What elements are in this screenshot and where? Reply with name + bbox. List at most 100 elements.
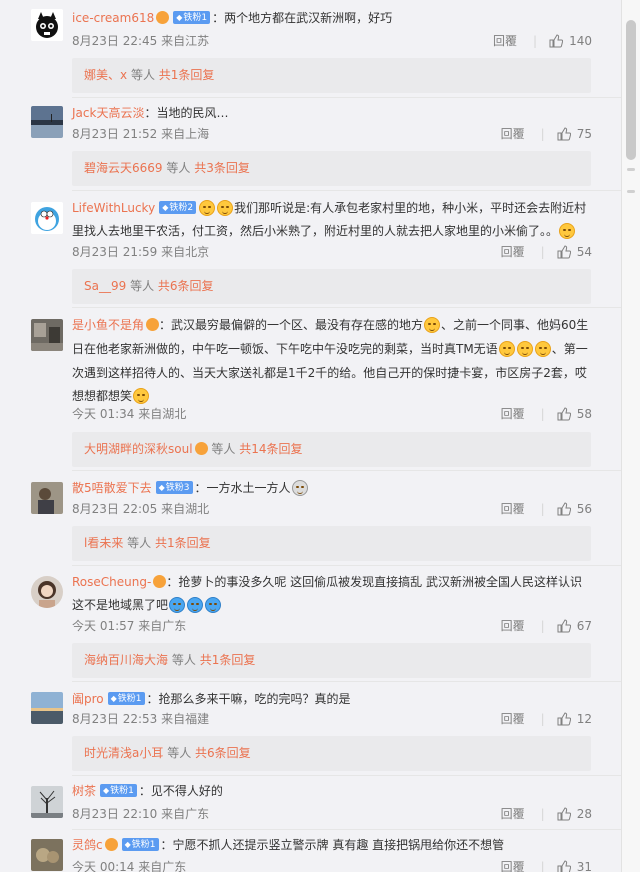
username-link[interactable]: RoseCheung- bbox=[72, 575, 151, 589]
reply-button[interactable]: 回覆 bbox=[501, 806, 525, 822]
like-thumb-icon[interactable] bbox=[557, 245, 571, 259]
comment-actions: 回覆 | 140 bbox=[493, 33, 592, 49]
reply-button[interactable]: 回覆 bbox=[493, 33, 517, 49]
username-link[interactable]: LifeWithLucky bbox=[72, 201, 155, 215]
scrollbar-mark bbox=[627, 190, 635, 193]
replies-summary[interactable]: Sa__99 等人 共6条回复 bbox=[72, 269, 591, 304]
reply-user-link[interactable]: Sa__99 bbox=[84, 279, 126, 293]
comment-meta: 8月23日 22:10 来自广东 bbox=[72, 806, 209, 822]
comment-location: 来自福建 bbox=[161, 712, 210, 726]
comment-time: 8月23日 22:05 bbox=[72, 502, 158, 516]
reply-user-link[interactable]: l看未来 bbox=[84, 536, 123, 550]
username-link[interactable]: Jack天高云淡 bbox=[72, 106, 144, 120]
reply-count-link[interactable]: 共14条回复 bbox=[239, 442, 302, 456]
like-count: 54 bbox=[576, 245, 592, 259]
comment-location: 来自江苏 bbox=[161, 34, 210, 48]
avatar[interactable] bbox=[31, 9, 63, 41]
reply-count-link[interactable]: 共1条回复 bbox=[155, 536, 211, 550]
avatar[interactable] bbox=[31, 202, 63, 234]
comment-text-line: 日在他老家新洲做的，中午吃一顿饭、下午吃中午没吃完的剩菜，当时真TM无语 、第一 bbox=[72, 336, 590, 363]
like-thumb-icon[interactable] bbox=[549, 34, 564, 48]
laugh-emoji-icon bbox=[534, 340, 551, 357]
avatar[interactable] bbox=[31, 839, 63, 871]
comment-actions: 回覆 | 58 bbox=[501, 406, 592, 422]
reply-count-link[interactable]: 共1条回复 bbox=[159, 68, 215, 82]
reply-user-link[interactable]: 时光清浅a小耳 bbox=[84, 746, 163, 760]
fan-badge[interactable]: ◆铁粉1 bbox=[107, 692, 145, 705]
comment-text: ：两个地方都在武汉新洲啊，好巧 bbox=[212, 11, 393, 25]
avatar[interactable] bbox=[31, 576, 63, 608]
like-thumb-icon[interactable] bbox=[557, 407, 571, 421]
reply-count-link[interactable]: 共3条回复 bbox=[194, 161, 250, 175]
like-thumb-icon[interactable] bbox=[557, 860, 571, 872]
comment-location: 来自湖北 bbox=[161, 502, 210, 516]
reply-user-link[interactable]: 碧海云天6669 bbox=[84, 161, 163, 175]
avatar[interactable] bbox=[31, 482, 63, 514]
reply-user-link[interactable]: 娜美、x bbox=[84, 68, 127, 82]
username-link[interactable]: 是小鱼不是角 bbox=[72, 318, 144, 332]
avatar[interactable] bbox=[31, 106, 63, 138]
reply-count-link[interactable]: 共1条回复 bbox=[200, 653, 256, 667]
like-thumb-icon[interactable] bbox=[557, 807, 571, 821]
avatar[interactable] bbox=[31, 786, 63, 818]
reply-count-link[interactable]: 共6条回复 bbox=[195, 746, 251, 760]
replies-summary[interactable]: 娜美、x 等人 共1条回复 bbox=[72, 58, 591, 93]
comment-meta: 今天 01:57 来自广东 bbox=[72, 618, 186, 634]
divider bbox=[72, 681, 622, 682]
vip-icon bbox=[156, 11, 170, 24]
fan-badge[interactable]: ◆铁粉2 bbox=[159, 201, 197, 214]
page-scrollbar[interactable] bbox=[621, 0, 640, 872]
avatar[interactable] bbox=[31, 692, 63, 724]
reply-button[interactable]: 回覆 bbox=[501, 406, 525, 422]
comment-meta: 8月23日 22:53 来自福建 bbox=[72, 711, 209, 727]
username-link[interactable]: 阖pro bbox=[72, 692, 104, 706]
like-thumb-icon[interactable] bbox=[557, 502, 571, 516]
comment-actions: 回覆 | 28 bbox=[501, 806, 592, 822]
reply-button[interactable]: 回覆 bbox=[501, 501, 525, 517]
reply-user-link[interactable]: 大明湖畔的深秋soul bbox=[84, 442, 193, 456]
reply-button[interactable]: 回覆 bbox=[501, 711, 525, 727]
comment-meta: 8月23日 21:52 来自上海 bbox=[72, 126, 209, 142]
like-count: 67 bbox=[576, 619, 592, 633]
replies-summary[interactable]: l看未来 等人 共1条回复 bbox=[72, 526, 591, 561]
fan-badge[interactable]: ◆铁粉1 bbox=[173, 11, 211, 24]
replies-summary[interactable]: 大明湖畔的深秋soul 等人 共14条回复 bbox=[72, 432, 591, 467]
comment-actions: 回覆 | 31 bbox=[501, 859, 592, 872]
like-thumb-icon[interactable] bbox=[557, 619, 571, 633]
scrollbar-thumb[interactable] bbox=[626, 20, 636, 160]
comment-text: 、之前一个同事、他妈60生 bbox=[441, 318, 589, 332]
comment-text: ：抢萝卜的事没多久呢 这回偷瓜被发现直接搞乱 武汉新洲被全国人民这样认识 bbox=[166, 575, 582, 589]
fan-badge[interactable]: ◆铁粉1 bbox=[121, 838, 159, 851]
username-link[interactable]: ice-cream618 bbox=[72, 11, 154, 25]
comment-text-line: 树茶 ◆铁粉1 ：见不得人好的 bbox=[72, 778, 590, 805]
username-link[interactable]: 散5唔散爱下去 bbox=[72, 481, 152, 495]
avatar[interactable] bbox=[31, 319, 63, 351]
replies-summary[interactable]: 海纳百川海大海 等人 共1条回复 bbox=[72, 643, 591, 678]
reply-button[interactable]: 回覆 bbox=[501, 126, 525, 142]
action-separator: | bbox=[540, 245, 545, 259]
action-separator: | bbox=[540, 407, 545, 421]
username-link[interactable]: 灵鸽c bbox=[72, 838, 103, 852]
action-separator: | bbox=[540, 619, 545, 633]
comment-text: ：一方水土一方人 bbox=[194, 481, 291, 495]
reply-button[interactable]: 回覆 bbox=[501, 859, 525, 872]
like-thumb-icon[interactable] bbox=[557, 712, 571, 726]
reply-user-link[interactable]: 海纳百川海大海 bbox=[84, 653, 168, 667]
comment-location: 来自上海 bbox=[161, 127, 210, 141]
comment-location: 来自广东 bbox=[138, 619, 187, 633]
fan-badge[interactable]: ◆铁粉1 bbox=[100, 784, 137, 797]
username-link[interactable]: 树茶 bbox=[72, 784, 96, 798]
replies-summary[interactable]: 时光清浅a小耳 等人 共6条回复 bbox=[72, 736, 591, 771]
comment-text-line: 是小鱼不是角 ：武汉最穷最偏僻的一个区、最没有存在感的地方 、之前一个同事、他妈60… bbox=[72, 312, 590, 339]
like-thumb-icon[interactable] bbox=[557, 127, 571, 141]
like-count: 56 bbox=[576, 502, 592, 516]
reply-count-link[interactable]: 共6条回复 bbox=[158, 279, 214, 293]
reply-etc: 等人 bbox=[211, 442, 236, 456]
fan-badge[interactable]: ◆铁粉3 bbox=[155, 481, 193, 494]
replies-summary[interactable]: 碧海云天6669 等人 共3条回复 bbox=[72, 151, 591, 186]
reply-button[interactable]: 回覆 bbox=[501, 618, 525, 634]
comment-time: 8月23日 21:52 bbox=[72, 127, 158, 141]
reply-etc: 等人 bbox=[171, 653, 196, 667]
reply-button[interactable]: 回覆 bbox=[501, 244, 525, 260]
vip-icon bbox=[194, 442, 208, 455]
